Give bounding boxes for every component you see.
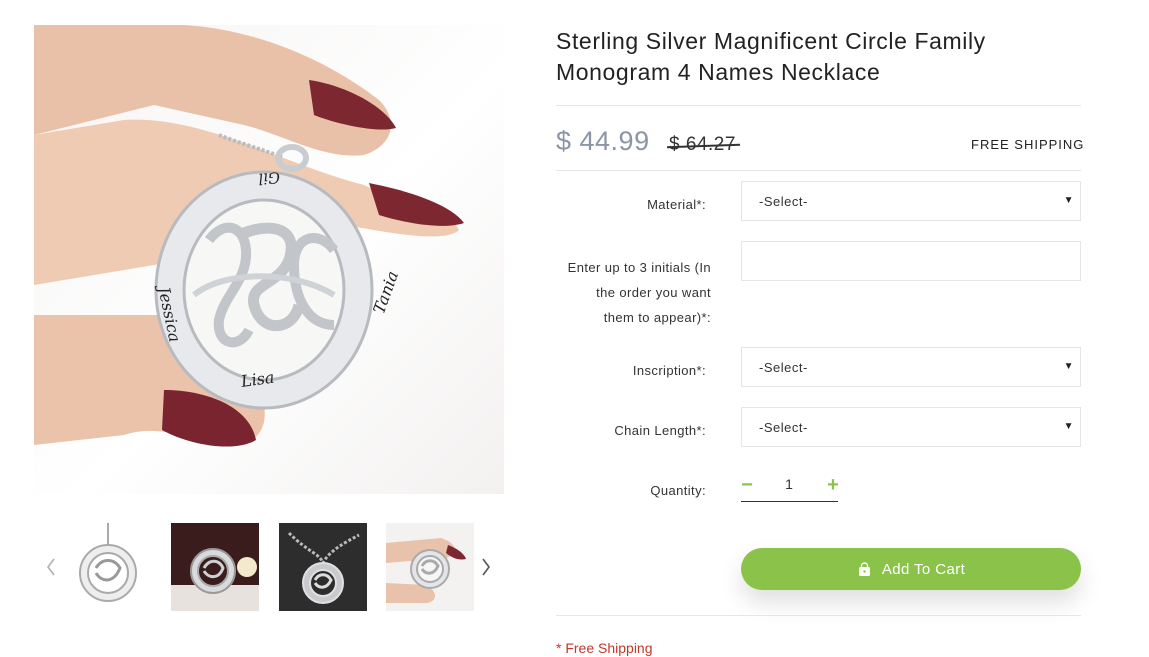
free-shipping-badge: FREE SHIPPING <box>971 137 1085 152</box>
divider <box>556 615 1081 616</box>
quantity-label: Quantity: <box>650 483 706 498</box>
chevron-right-icon <box>482 558 490 576</box>
svg-text:Tania: Tania <box>369 268 402 316</box>
caret-down-icon: ▼ <box>1063 361 1074 372</box>
quantity-increase-button[interactable]: + <box>825 473 841 497</box>
initials-input[interactable] <box>741 241 1081 281</box>
caret-down-icon: ▼ <box>1063 421 1074 432</box>
quantity-stepper: − 1 + <box>739 471 841 502</box>
original-price: $ 64.27 <box>669 134 736 155</box>
add-to-cart-label: Add To Cart <box>881 560 966 578</box>
divider <box>556 170 1081 171</box>
chain-length-select[interactable]: -Select- ▼ <box>741 407 1081 447</box>
inscription-select-value: -Select- <box>759 359 808 375</box>
inscription-label: Inscription*: <box>632 363 706 378</box>
quantity-decrease-button[interactable]: − <box>739 473 755 497</box>
free-shipping-note: * Free Shipping <box>556 640 653 656</box>
thumbnail-2[interactable] <box>171 523 259 611</box>
product-title: Sterling Silver Magnificent Circle Famil… <box>556 26 1076 88</box>
shopping-bag-icon <box>858 561 870 576</box>
material-select-value: -Select- <box>759 193 808 209</box>
caret-down-icon: ▼ <box>1063 195 1074 206</box>
current-price: $ 44.99 <box>556 126 650 156</box>
main-product-image[interactable]: Gil Jessica Tania Lisa <box>34 25 504 494</box>
thumbnail-3[interactable] <box>279 523 367 611</box>
material-select[interactable]: -Select- ▼ <box>741 181 1081 221</box>
chain-length-select-value: -Select- <box>759 419 808 435</box>
svg-text:Gil: Gil <box>257 168 280 188</box>
initials-label: Enter up to 3 initials (In the order you… <box>567 260 711 325</box>
add-to-cart-button[interactable]: Add To Cart <box>741 548 1081 590</box>
thumbnail-1[interactable] <box>64 523 152 611</box>
thumbnail-next-button[interactable] <box>476 552 496 582</box>
quantity-input[interactable]: 1 <box>771 476 807 492</box>
thumbnail-4[interactable] <box>386 523 474 611</box>
chain-length-label: Chain Length*: <box>614 423 706 438</box>
material-label: Material*: <box>647 197 706 212</box>
product-title-line2: Monogram 4 Names Necklace <box>556 59 881 85</box>
thumbnail-prev-button[interactable] <box>41 552 61 582</box>
product-title-line1: Sterling Silver Magnificent Circle Famil… <box>556 28 986 54</box>
chevron-left-icon <box>47 558 55 576</box>
necklace-photo: Gil Jessica Tania Lisa <box>34 25 464 447</box>
inscription-select[interactable]: -Select- ▼ <box>741 347 1081 387</box>
divider <box>556 105 1081 106</box>
